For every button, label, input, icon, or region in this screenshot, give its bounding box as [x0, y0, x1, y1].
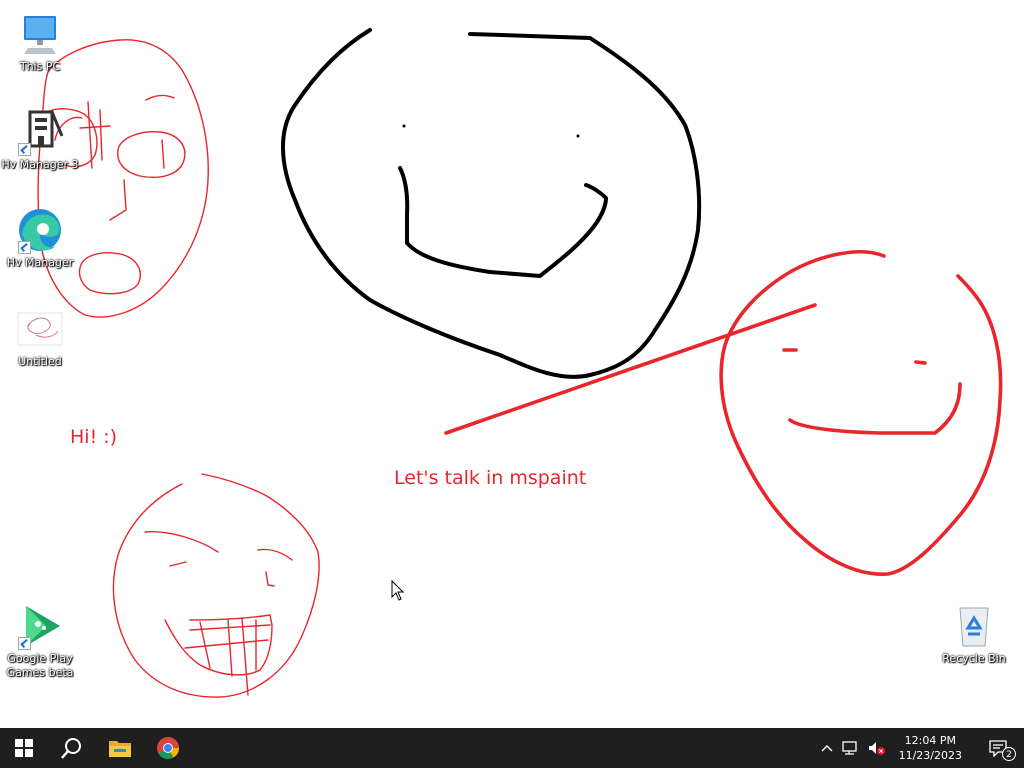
- chrome-button[interactable]: [144, 728, 192, 768]
- taskbar: 12:04 PM 11/23/2023 2: [0, 728, 1024, 768]
- file-explorer-button[interactable]: [96, 728, 144, 768]
- desktop-icon-label: Hv Manager 3: [1, 158, 79, 171]
- red-face-right: [444, 250, 1003, 576]
- desktop-icon-label: Google Play Games beta: [6, 652, 74, 679]
- clock-date: 11/23/2023: [898, 749, 962, 762]
- clock[interactable]: 12:04 PM 11/23/2023: [889, 733, 972, 763]
- red-face-top-left: [35, 39, 209, 318]
- paint-image-icon: [16, 305, 64, 353]
- volume-muted-icon: [868, 742, 885, 755]
- shortcut-arrow-icon: [18, 637, 31, 650]
- notification-count-badge: 2: [1002, 747, 1016, 761]
- desktop-icon-hv-manager[interactable]: Hv Manager: [0, 206, 80, 270]
- mouse-pointer-icon: [391, 580, 405, 601]
- desktop-icon-label: This PC: [19, 60, 61, 73]
- chevron-up-icon: [821, 745, 833, 752]
- play-games-icon: [16, 602, 64, 650]
- desktop-icon-hv-manager-3[interactable]: Hv Manager 3: [0, 108, 80, 172]
- show-hidden-icons-button[interactable]: [817, 728, 837, 768]
- red-face-bottom: [112, 473, 320, 698]
- computer-icon: [16, 10, 64, 58]
- action-center-button[interactable]: 2: [972, 728, 1024, 768]
- canvas-text-lets-talk: Let's talk in mspaint: [394, 467, 587, 489]
- chrome-icon: [157, 737, 179, 759]
- desktop-icon-google-play-games[interactable]: Google Play Games beta: [0, 602, 80, 680]
- shortcut-arrow-icon: [18, 241, 31, 254]
- building-app-icon: [16, 108, 64, 156]
- black-face: [281, 28, 702, 379]
- start-button[interactable]: [0, 728, 48, 768]
- edge-browser-icon: [16, 206, 64, 254]
- desktop-icon-untitled[interactable]: Untitled: [0, 305, 80, 369]
- desktop-icon-this-pc[interactable]: This PC: [0, 10, 80, 74]
- clock-time: 12:04 PM: [904, 734, 956, 747]
- network-icon: [841, 741, 857, 755]
- desktop-icon-recycle-bin[interactable]: Recycle Bin: [934, 602, 1014, 666]
- search-icon: [61, 738, 81, 759]
- volume-button[interactable]: [863, 728, 889, 768]
- search-button[interactable]: [48, 728, 96, 768]
- desktop-icon-label: Untitled: [18, 355, 62, 368]
- shortcut-arrow-icon: [18, 143, 31, 156]
- network-button[interactable]: [837, 728, 863, 768]
- mspaint-drawing: [35, 28, 1003, 698]
- system-tray: 12:04 PM 11/23/2023 2: [817, 728, 1024, 768]
- folder-icon: [109, 741, 131, 757]
- desktop-icon-label: Recycle Bin: [942, 652, 1006, 665]
- windows-logo-icon: [15, 739, 33, 757]
- desktop-icon-label: Hv Manager: [6, 256, 74, 269]
- canvas-text-hi: Hi! :): [70, 426, 118, 448]
- recycle-bin-icon: [950, 602, 998, 650]
